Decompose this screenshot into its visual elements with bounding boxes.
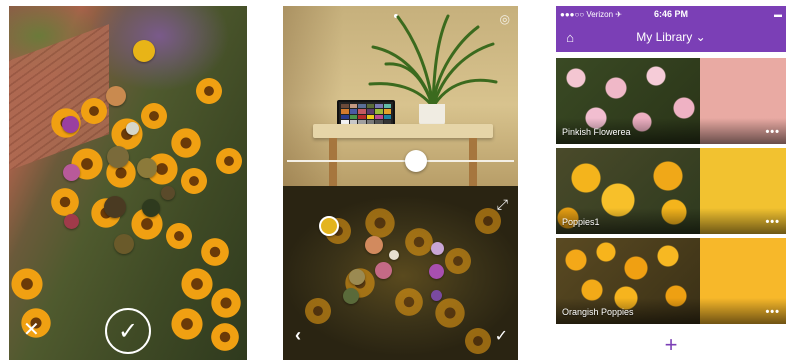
library-item-name: Poppies1: [562, 217, 600, 227]
more-icon[interactable]: •••: [765, 306, 780, 318]
picked-color-dot[interactable]: [106, 86, 126, 106]
picked-color-dot[interactable]: [137, 158, 157, 178]
settings-icon[interactable]: ◎: [500, 12, 510, 26]
picked-color-dot[interactable]: [133, 40, 155, 62]
picked-color-dot[interactable]: [431, 242, 444, 255]
picked-color-dot[interactable]: [365, 236, 383, 254]
picked-color-dot[interactable]: [64, 214, 79, 229]
battery-icon: ▬: [774, 9, 782, 19]
expand-icon[interactable]: ⤢: [497, 196, 508, 213]
plus-icon: +: [664, 332, 678, 357]
plant-capture-screen: ◎ ⤢ ‹ ✓: [283, 6, 518, 360]
picked-color-dot[interactable]: [389, 250, 399, 260]
picked-color-dot[interactable]: [343, 288, 359, 304]
list-item[interactable]: Orangish Poppies •••: [556, 238, 786, 324]
picked-color-dot[interactable]: [429, 264, 444, 279]
picked-color-dot[interactable]: [63, 164, 80, 181]
picked-color-dot[interactable]: [161, 186, 175, 200]
camera-preview: ◎: [283, 6, 518, 186]
picked-color-dot[interactable]: [142, 199, 160, 217]
picked-color-dot[interactable]: [126, 122, 139, 135]
flower-preview: [283, 186, 518, 360]
picked-color-dot[interactable]: [104, 196, 126, 218]
check-icon: ✓: [117, 317, 139, 345]
picked-color-dot[interactable]: [349, 269, 365, 285]
picked-color-dot[interactable]: [319, 216, 339, 236]
plant-pot: [419, 104, 445, 126]
back-icon[interactable]: ‹: [295, 325, 301, 346]
picked-color-dot[interactable]: [431, 290, 442, 301]
camera-capture-screen: ✕ ✓: [9, 6, 247, 360]
status-time: 6:46 PM: [653, 9, 688, 19]
side-table: [313, 124, 493, 138]
done-icon[interactable]: ✓: [495, 326, 508, 346]
list-item[interactable]: Poppies1 •••: [556, 148, 786, 234]
more-icon[interactable]: •••: [765, 126, 780, 138]
picked-color-dot[interactable]: [62, 116, 79, 133]
picked-color-dot[interactable]: [114, 234, 134, 254]
library-title-dropdown[interactable]: My Library ⌄: [584, 30, 758, 44]
library-screen: ●●●○○ Verizon ✈ 6:46 PM ▬ ⌂ My Library ⌄…: [556, 6, 786, 362]
picked-color-dot[interactable]: [375, 262, 392, 279]
close-icon[interactable]: ✕: [23, 317, 40, 342]
app-logo-icon[interactable]: ⌂: [556, 30, 584, 45]
picked-color-dot[interactable]: [107, 146, 129, 168]
carrier-label: ●●●○○ Verizon ✈: [560, 9, 622, 19]
nav-bar: ⌂ My Library ⌄: [556, 22, 786, 52]
capture-button[interactable]: ✓: [105, 308, 151, 354]
plant-image: [368, 14, 498, 109]
list-item[interactable]: Pinkish Flowerea •••: [556, 58, 786, 144]
library-item-name: Orangish Poppies: [562, 307, 634, 317]
more-icon[interactable]: •••: [765, 216, 780, 228]
status-bar: ●●●○○ Verizon ✈ 6:46 PM ▬: [556, 6, 786, 22]
add-button[interactable]: +: [556, 328, 786, 362]
library-item-name: Pinkish Flowerea: [562, 127, 631, 137]
capture-slider-track[interactable]: [287, 160, 514, 162]
